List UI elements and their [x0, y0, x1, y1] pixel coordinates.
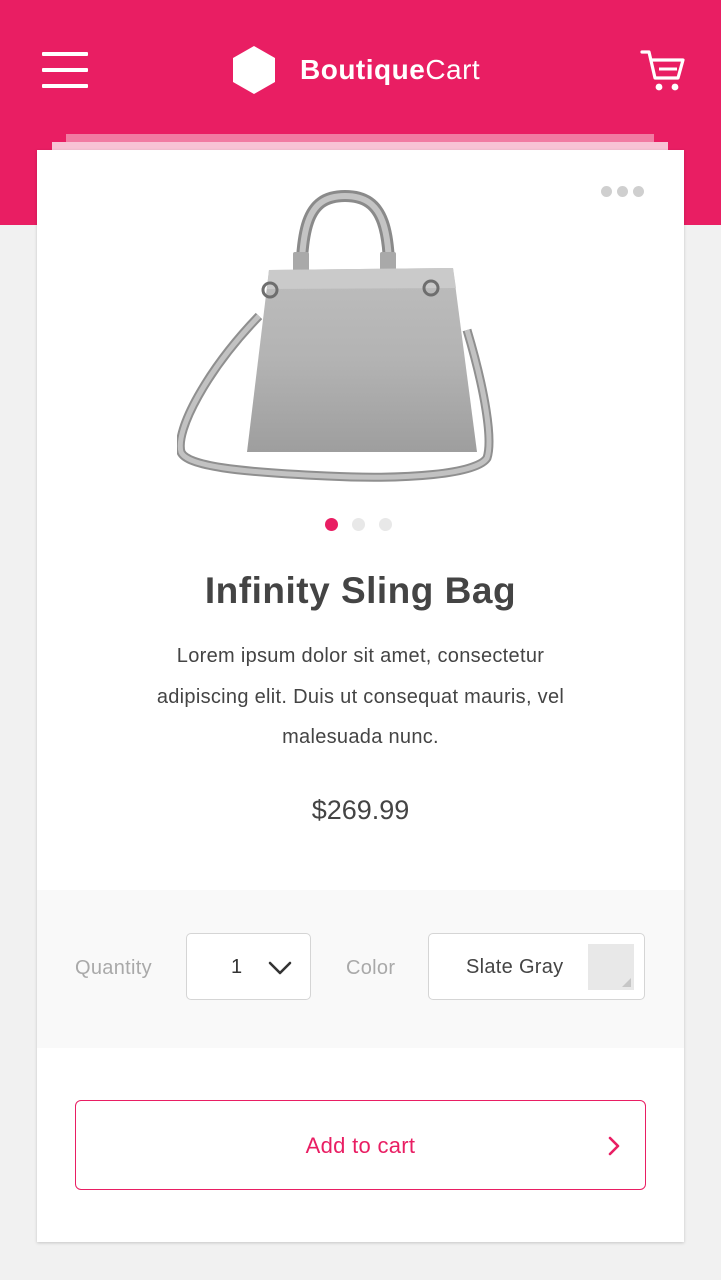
product-image[interactable] [177, 190, 497, 490]
carousel-dot-3[interactable] [379, 518, 392, 531]
carousel-dot-1[interactable] [325, 518, 338, 531]
more-dots-icon[interactable] [601, 186, 649, 200]
app-logo[interactable]: BoutiqueCart [232, 44, 480, 96]
add-to-cart-label: Add to cart [305, 1133, 416, 1158]
color-label: Color [346, 957, 396, 979]
product-title: Infinity Sling Bag [204, 570, 517, 611]
brand-name-bold: Boutique [300, 54, 426, 85]
add-to-cart-button[interactable]: Add to cart [75, 1100, 646, 1190]
carousel-dots [325, 518, 392, 531]
cart-icon[interactable] [640, 48, 686, 94]
options-panel: Quantity 1 Color Slate Gray [37, 890, 684, 1048]
product-description: Lorem ipsum dolor sit amet, consectetur … [156, 645, 565, 748]
carousel-dot-2[interactable] [352, 518, 365, 531]
product-card: Infinity Sling Bag Lorem ipsum dolor sit… [37, 150, 684, 1242]
color-value: Slate Gray [466, 956, 564, 978]
brand-name-regular: Cart [425, 54, 481, 85]
brand-name: BoutiqueCart [300, 54, 480, 86]
logo-hexagon-icon [233, 46, 275, 94]
quantity-label: Quantity [75, 957, 152, 979]
color-select[interactable]: Slate Gray [428, 933, 645, 1000]
chevron-down-icon [268, 961, 292, 975]
menu-icon[interactable] [42, 52, 88, 88]
quantity-value: 1 [231, 956, 243, 978]
chevron-right-icon [608, 1136, 620, 1156]
color-swatch [588, 944, 634, 990]
product-price: $269.99 [311, 795, 410, 825]
quantity-select[interactable]: 1 [186, 933, 311, 1000]
